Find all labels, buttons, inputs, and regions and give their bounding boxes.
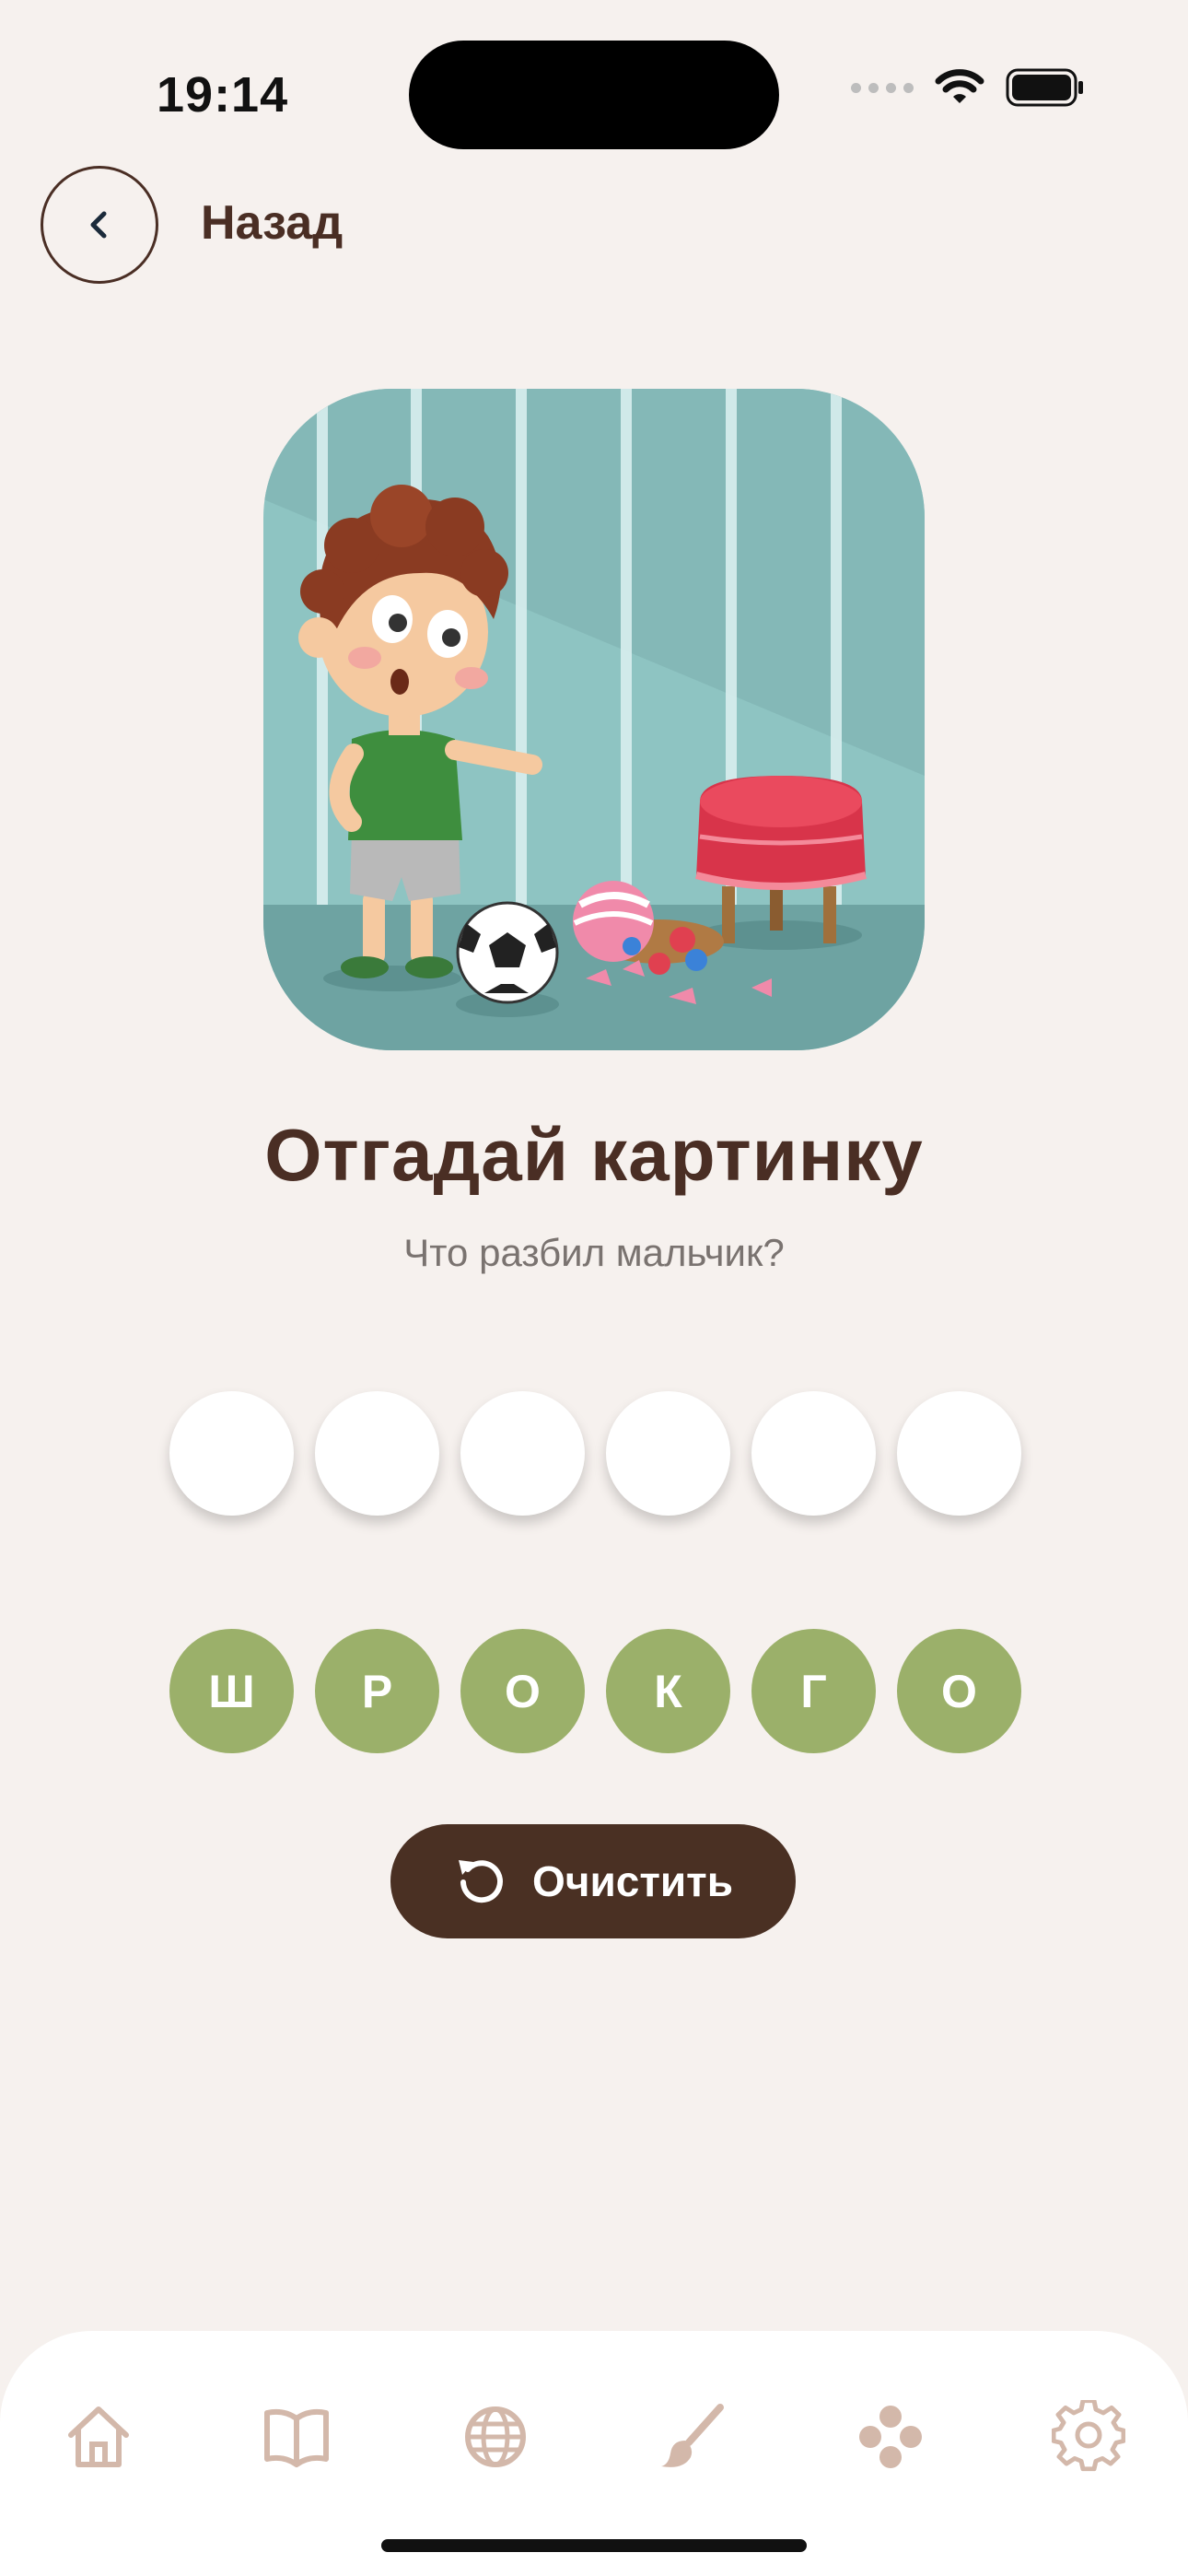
cellular-signal-icon	[851, 82, 914, 93]
letter-tiles: Ш Р О К Г О	[169, 1629, 1021, 1753]
letter-tile[interactable]: О	[897, 1629, 1021, 1753]
answer-slot[interactable]	[169, 1391, 294, 1516]
gamepad-icon	[859, 2406, 922, 2468]
clear-button-label: Очистить	[532, 1857, 733, 1905]
battery-icon	[1006, 68, 1083, 107]
letter-tile[interactable]: Ш	[169, 1629, 294, 1753]
letter-tile[interactable]: О	[460, 1629, 585, 1753]
back-label[interactable]: Назад	[201, 195, 343, 251]
globe-icon	[465, 2406, 526, 2467]
letter-tile[interactable]: Р	[315, 1629, 439, 1753]
home-icon	[68, 2406, 129, 2467]
gear-icon	[1052, 2400, 1125, 2472]
book-icon	[264, 2408, 329, 2467]
status-bar: 19:14	[0, 0, 1188, 184]
answer-slot[interactable]	[460, 1391, 585, 1516]
puzzle-illustration	[263, 389, 925, 1050]
answer-slot[interactable]	[751, 1391, 876, 1516]
tab-games[interactable]	[849, 2395, 932, 2478]
answer-slot[interactable]	[897, 1391, 1021, 1516]
dynamic-island	[409, 41, 779, 149]
tab-settings[interactable]	[1047, 2395, 1130, 2478]
status-icons	[851, 68, 1085, 107]
tab-book[interactable]	[255, 2395, 338, 2478]
answer-slot[interactable]	[315, 1391, 439, 1516]
tab-paint[interactable]	[651, 2395, 734, 2478]
puzzle-title: Отгадай картинку	[264, 1114, 924, 1196]
home-indicator	[381, 2539, 807, 2552]
tab-home[interactable]	[57, 2395, 140, 2478]
answer-slots	[169, 1391, 1021, 1516]
back-button[interactable]	[41, 166, 158, 284]
letter-tile[interactable]: Г	[751, 1629, 876, 1753]
puzzle-question: Что разбил мальчик?	[403, 1231, 785, 1274]
paintbrush-icon	[661, 2404, 724, 2467]
tab-globe[interactable]	[454, 2395, 537, 2478]
clear-button[interactable]: Очистить	[390, 1824, 796, 1938]
chevron-left-icon	[90, 211, 107, 239]
reset-icon	[459, 1860, 503, 1903]
wifi-icon	[935, 69, 984, 103]
answer-slot[interactable]	[606, 1391, 730, 1516]
status-time: 19:14	[157, 67, 289, 123]
letter-tile[interactable]: К	[606, 1629, 730, 1753]
